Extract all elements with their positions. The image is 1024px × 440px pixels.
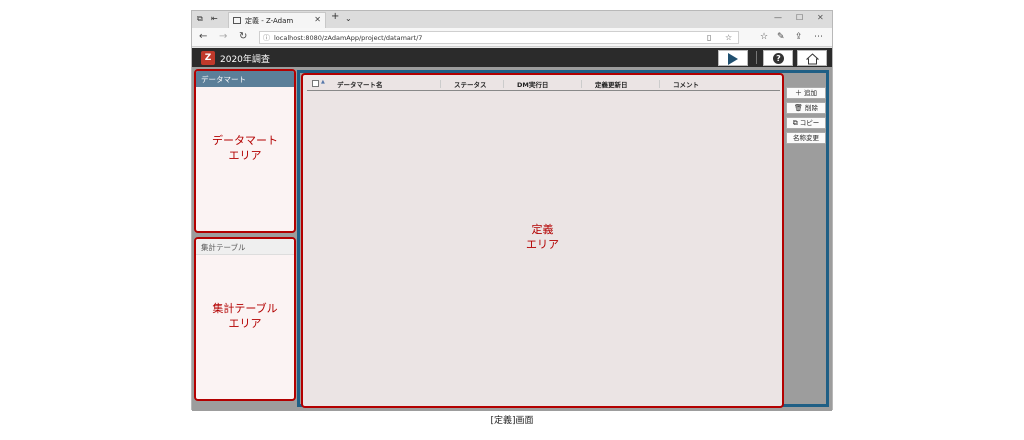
browser-tab[interactable]: 定義 - Z-Adam ✕ <box>228 12 326 28</box>
app-content: データマート データマート エリア 集計テーブル 集計テーブル エリア ▲ デー… <box>192 67 832 411</box>
share-icon[interactable]: ⇪ <box>795 31 803 43</box>
url-text: localhost:8080/zAdamApp/project/datamart… <box>274 34 423 42</box>
pen-icon[interactable]: ✎ <box>777 31 785 43</box>
home-button[interactable] <box>797 50 827 66</box>
favorite-star-icon[interactable]: ☆ <box>725 33 732 42</box>
copy-button-label: コピー <box>799 119 820 127</box>
play-icon <box>728 53 738 65</box>
sort-up-icon[interactable]: ▲ <box>321 79 325 85</box>
reading-view-icon[interactable]: ▯ <box>707 33 711 42</box>
page-icon <box>233 17 241 24</box>
more-icon[interactable]: ⋯ <box>814 31 823 43</box>
tab-title: 定義 - Z-Adam <box>245 17 294 25</box>
copy-button[interactable]: ⧉ コピー <box>786 117 826 129</box>
tab-list-chevron-icon[interactable]: ⌄ <box>345 14 352 24</box>
table-area-label-line1: 集計テーブル <box>212 302 278 315</box>
column-divider <box>440 80 441 88</box>
column-dm-run-date[interactable]: DM実行日 <box>517 79 548 89</box>
back-icon[interactable]: ← <box>199 31 207 43</box>
definition-area-label-line2: エリア <box>526 238 559 251</box>
select-all-checkbox[interactable] <box>312 80 319 87</box>
help-icon: ? <box>773 53 784 64</box>
favorites-icon[interactable]: ☆ <box>760 31 768 43</box>
column-definition-updated[interactable]: 定義更新日 <box>595 79 628 89</box>
run-button[interactable] <box>718 50 748 66</box>
rename-button[interactable]: 名称変更 <box>786 132 826 144</box>
table-area-label: 集計テーブル エリア <box>196 301 294 331</box>
tab-actions-icon[interactable]: ⧉ <box>197 14 203 24</box>
add-button[interactable]: ＋追加 <box>786 87 826 99</box>
trash-icon: 🗑 <box>794 104 803 112</box>
definition-area-label-line1: 定義 <box>531 223 554 236</box>
datamart-panel: データマート データマート エリア <box>194 69 296 233</box>
delete-button[interactable]: 🗑 削除 <box>786 102 826 114</box>
column-datamart-name[interactable]: データマート名 <box>337 79 383 89</box>
browser-window: ⧉ ⇤ 定義 - Z-Adam ✕ + ⌄ — ☐ ✕ ← → ↻ ⓘ loca… <box>191 10 833 411</box>
action-buttons: ＋追加 🗑 削除 ⧉ コピー 名称変更 <box>786 87 828 147</box>
datamart-area-label-line2: エリア <box>228 149 262 162</box>
definition-area-label: 定義 エリア <box>303 222 782 252</box>
new-tab-icon[interactable]: + <box>331 12 339 22</box>
app-header: Z 2020年調査 ? <box>192 48 832 67</box>
grid-header: ▲ データマート名 ステータス DM実行日 定義更新日 コメント <box>307 77 780 91</box>
add-button-label: 追加 <box>804 89 817 97</box>
definition-panel: ▲ データマート名 ステータス DM実行日 定義更新日 コメント 定義 エリア <box>301 73 784 408</box>
column-status[interactable]: ステータス <box>454 79 487 89</box>
copy-icon: ⧉ <box>792 119 798 127</box>
plus-icon: ＋ <box>795 89 802 97</box>
close-window-icon[interactable]: ✕ <box>817 13 824 22</box>
datamart-panel-header: データマート <box>196 71 294 87</box>
column-divider <box>581 80 582 88</box>
table-panel: 集計テーブル 集計テーブル エリア <box>194 237 296 401</box>
site-info-icon[interactable]: ⓘ <box>263 33 270 43</box>
refresh-icon[interactable]: ↻ <box>239 31 247 43</box>
app-title: 2020年調査 <box>220 55 270 65</box>
header-divider <box>756 51 757 64</box>
set-aside-tabs-icon[interactable]: ⇤ <box>211 14 218 24</box>
app-logo-icon: Z <box>201 51 215 65</box>
definition-container: ▲ データマート名 ステータス DM実行日 定義更新日 コメント 定義 エリア <box>297 70 829 408</box>
address-row: ← → ↻ ⓘ localhost:8080/zAdamApp/project/… <box>192 28 832 47</box>
help-button[interactable]: ? <box>763 50 793 66</box>
column-divider <box>503 80 504 88</box>
home-icon <box>806 53 819 65</box>
delete-button-label: 削除 <box>804 104 818 112</box>
rename-button-label: 名称変更 <box>793 134 819 142</box>
minimize-icon[interactable]: — <box>774 13 782 22</box>
forward-icon[interactable]: → <box>219 31 227 43</box>
table-area-label-line2: エリア <box>228 317 262 330</box>
close-tab-icon[interactable]: ✕ <box>314 15 321 24</box>
datamart-area-label-line1: データマート <box>212 134 278 147</box>
column-divider <box>659 80 660 88</box>
column-comment[interactable]: コメント <box>673 79 699 89</box>
table-panel-header: 集計テーブル <box>196 239 294 255</box>
tab-strip: ⧉ ⇤ 定義 - Z-Adam ✕ + ⌄ — ☐ ✕ <box>192 11 832 28</box>
address-bar[interactable]: ⓘ localhost:8080/zAdamApp/project/datama… <box>259 31 739 44</box>
figure-caption: [定義]画面 <box>490 416 534 426</box>
maximize-icon[interactable]: ☐ <box>796 13 803 22</box>
datamart-area-label: データマート エリア <box>196 133 294 163</box>
